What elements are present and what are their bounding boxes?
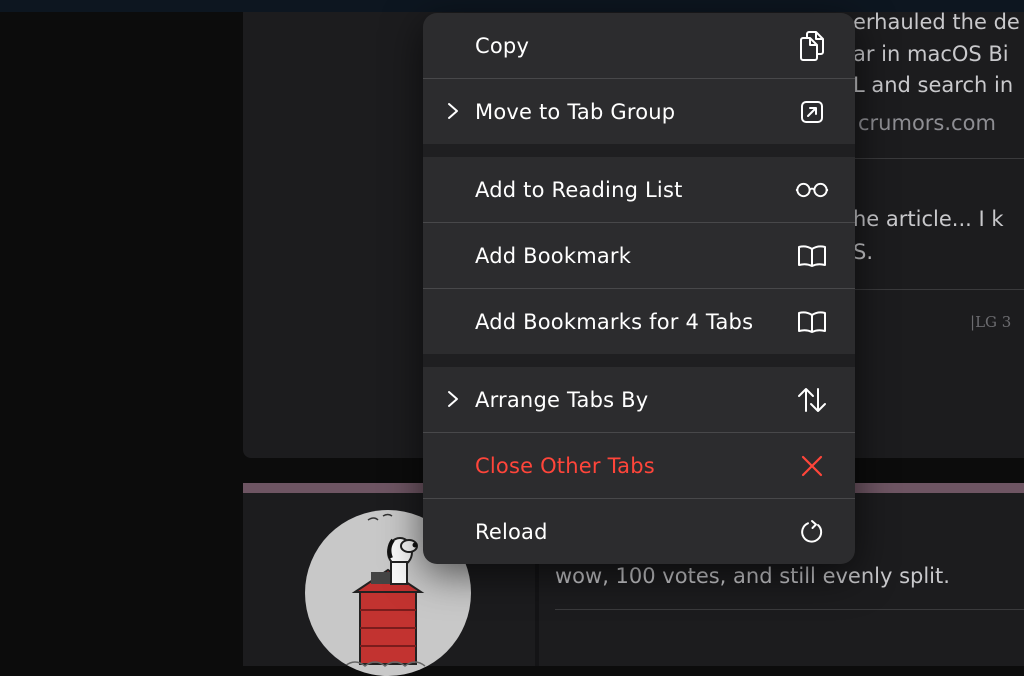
bottom-comment-text: wow, 100 votes, and still evenly split. <box>555 564 950 588</box>
article-source-link[interactable]: crumors.com <box>858 111 996 135</box>
book-icon <box>795 239 829 273</box>
sort-arrows-icon <box>795 383 829 417</box>
menu-item-move-to-tab-group[interactable]: Move to Tab Group <box>423 79 855 144</box>
comment-divider <box>855 289 1024 290</box>
menu-item-label: Add Bookmarks for 4 Tabs <box>475 309 754 334</box>
context-menu: Copy Move to Tab Group Add to Reading Li… <box>423 13 855 564</box>
signature-fragment: |LG 3 <box>970 313 1012 331</box>
menu-item-close-other-tabs[interactable]: Close Other Tabs <box>423 433 855 498</box>
menu-item-label: Move to Tab Group <box>475 99 676 124</box>
menu-item-arrange-tabs-by[interactable]: Arrange Tabs By <box>423 367 855 432</box>
copy-icon <box>795 29 829 63</box>
comment-text-line: S. <box>853 240 874 264</box>
chevron-right-icon <box>448 391 458 407</box>
sidebar-background <box>0 12 243 666</box>
menu-item-add-bookmarks-for-tabs[interactable]: Add Bookmarks for 4 Tabs <box>423 289 855 354</box>
move-to-tab-group-icon <box>795 95 829 129</box>
bottom-comment-divider <box>555 609 1024 610</box>
article-divider <box>855 158 1024 159</box>
menu-item-label: Arrange Tabs By <box>475 387 649 412</box>
menu-item-label: Close Other Tabs <box>475 453 655 478</box>
chevron-right-icon <box>448 103 458 119</box>
article-text-line: erhauled the de <box>853 10 1020 34</box>
article-text-line: ar in macOS Bi <box>853 42 1009 66</box>
glasses-icon <box>795 173 829 207</box>
menu-item-copy[interactable]: Copy <box>423 13 855 78</box>
close-icon <box>795 449 829 483</box>
menu-item-label: Reload <box>475 519 548 544</box>
menu-group-gap <box>423 354 855 367</box>
article-text-line: L and search in <box>853 73 1014 97</box>
book-icon <box>795 305 829 339</box>
menu-item-add-to-reading-list[interactable]: Add to Reading List <box>423 157 855 222</box>
menu-item-label: Add to Reading List <box>475 177 683 202</box>
menu-item-reload[interactable]: Reload <box>423 499 855 564</box>
menu-item-add-bookmark[interactable]: Add Bookmark <box>423 223 855 288</box>
menu-item-label: Add Bookmark <box>475 243 632 268</box>
signature-fragment-text: LG 3 <box>975 313 1012 331</box>
menu-item-label: Copy <box>475 33 530 58</box>
comment-text-line: he article... I k <box>853 207 1004 231</box>
menu-group-gap <box>423 144 855 157</box>
reload-icon <box>795 515 829 549</box>
